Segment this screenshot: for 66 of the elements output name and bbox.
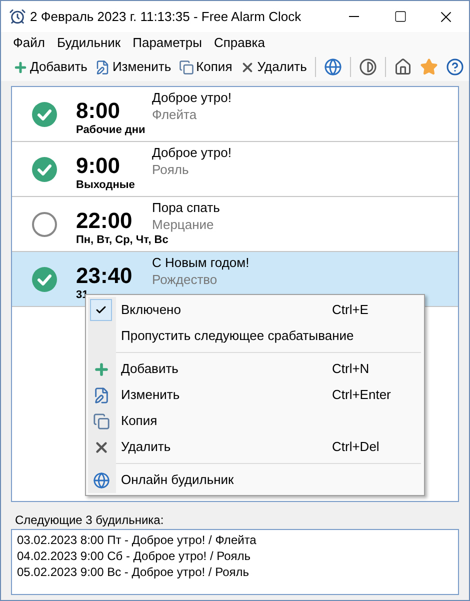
alarm-days: Выходные (76, 179, 135, 192)
check-circle-icon[interactable] (32, 266, 56, 292)
toolbar-icon-button[interactable] (358, 58, 377, 76)
next-alarms-title: Следующие 3 будильника: (15, 513, 165, 527)
menu-entry-label: Онлайн будильник (121, 471, 235, 490)
toolbar-icon-button[interactable] (394, 58, 412, 76)
alarm-clock-icon (9, 8, 26, 25)
alarm-time: 23:40 (76, 263, 134, 289)
toolbar-button[interactable]: Копия (179, 57, 232, 77)
pen-document-icon (95, 60, 110, 74)
menu-entry[interactable]: Копия (86, 408, 424, 434)
menu-entry-label: Копия (121, 412, 158, 430)
menu-entry[interactable]: Онлайн будильник (86, 467, 424, 493)
alarm-days: Рабочие дни (76, 124, 146, 137)
shortcut-label: Ctrl+Del (332, 438, 380, 456)
menu-entry[interactable]: Добавить Ctrl+N (86, 356, 424, 382)
next-alarm-entry: 03.02.2023 8:00 Пт - Доброе утро! / Флейта (17, 532, 258, 548)
alarm-days: Пн, Вт, Ср, Чт, Вс (76, 234, 168, 247)
menu-entry[interactable]: Удалить Ctrl+Del (86, 434, 424, 460)
shortcut-label: Ctrl+N (332, 360, 370, 378)
alarm-label: Пора спать (152, 199, 220, 216)
maximize-icon (394, 10, 406, 23)
menu-item[interactable]: Будильник (50, 32, 127, 52)
globe-icon (92, 472, 110, 488)
alarm-label: С Новым годом! (152, 254, 250, 271)
next-alarm-entry: 04.02.2023 9:00 Сб - Доброе утро! / Рояль (17, 548, 252, 564)
toolbar-icon-button[interactable] (324, 58, 342, 76)
menu-item[interactable]: Файл (7, 32, 51, 52)
empty-circle-icon[interactable] (32, 212, 56, 236)
house-icon (394, 58, 412, 76)
menu-entry-label: Удалить (121, 438, 172, 456)
toolbar-button[interactable]: Добавить (13, 57, 88, 77)
contrast-icon (358, 58, 377, 76)
plus-icon (92, 360, 110, 378)
copy-icon (179, 60, 194, 74)
minimize-icon (349, 16, 359, 17)
shortcut-label: Ctrl+Enter (332, 386, 392, 404)
window-title: 2 Февраль 2023 г. 11:13:35 - Free Alarm Clock (30, 8, 302, 26)
check-circle-icon[interactable] (32, 102, 56, 126)
next-alarm-entry: 05.02.2023 9:00 Вс - Доброе утро! / Рояль (17, 564, 250, 580)
alarm-label: Доброе утро! (152, 144, 232, 161)
toolbar-button[interactable]: Удалить (240, 57, 307, 77)
alarm-time: 9:00 (76, 153, 122, 179)
star-icon (420, 58, 438, 76)
alarm-sound: Мерцание (152, 216, 215, 233)
pen-document-icon (92, 386, 110, 404)
menu-entry[interactable]: Изменить Ctrl+Enter (86, 382, 424, 408)
menu-entry-label: Пропустить следующее срабатывание (121, 327, 355, 346)
globe-icon (324, 58, 342, 76)
menu-item[interactable]: Справка (208, 32, 271, 52)
alarm-time: 22:00 (76, 208, 134, 234)
menu-entry-label: Изменить (121, 386, 181, 404)
check-circle-icon[interactable] (32, 156, 56, 182)
copy-icon (92, 412, 110, 430)
alarm-sound: Рождество (152, 271, 218, 288)
alarm-time: 8:00 (76, 98, 122, 124)
alarm-sound: Флейта (152, 106, 198, 123)
plus-icon (13, 60, 28, 74)
toolbar-icon-button[interactable] (446, 58, 464, 76)
help-icon (446, 58, 464, 76)
menu-entry[interactable]: Пропустить следующее срабатывание (86, 323, 424, 349)
menu-item[interactable]: Параметры (126, 32, 208, 52)
alarm-sound: Рояль (152, 161, 190, 178)
alarm-label: Доброе утро! (152, 89, 232, 106)
menu-entry-label: Добавить (121, 360, 180, 378)
toolbar-button[interactable]: Изменить (95, 57, 172, 77)
